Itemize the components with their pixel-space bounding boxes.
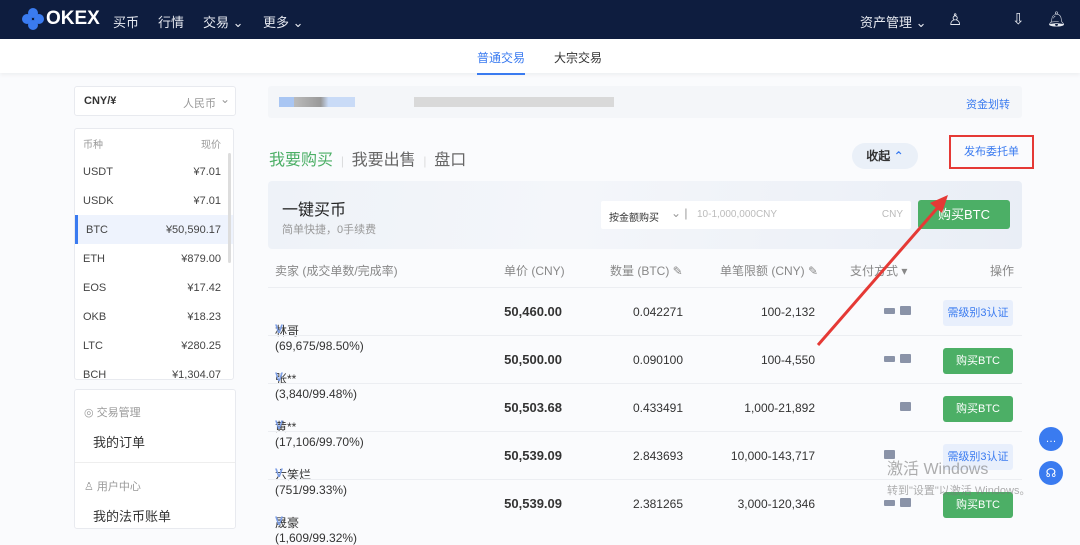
chat-icon[interactable]: …: [1039, 427, 1063, 451]
annotation-arrow: [816, 195, 948, 346]
support-icon[interactable]: ☊: [1039, 461, 1063, 485]
windows-watermark: 激活 Windows 转到"设置"以激活 Windows。: [887, 461, 1031, 497]
verified-badge: V: [275, 514, 284, 528]
